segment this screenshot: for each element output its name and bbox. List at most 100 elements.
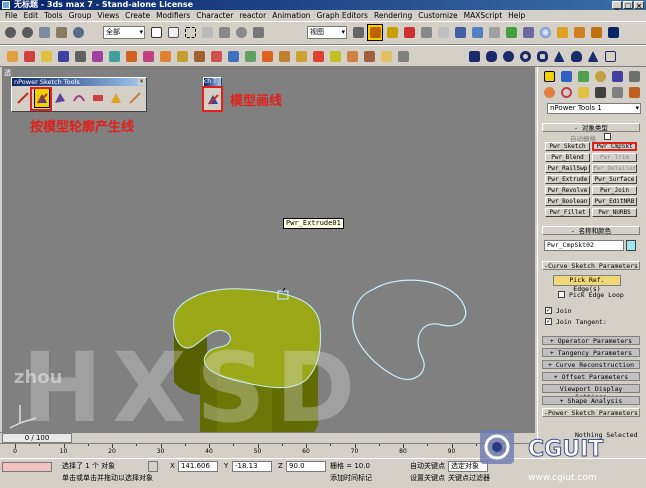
create-spacewarps-icon[interactable] bbox=[89, 48, 105, 65]
pwr-blend-button[interactable]: Pwr_Blend bbox=[545, 153, 590, 162]
rollout-power-sketch[interactable]: -Power Sketch Parameters bbox=[542, 408, 640, 417]
pwr-revolve-button[interactable]: Pwr_Revolve bbox=[545, 186, 590, 195]
rollout-offset-params[interactable]: + Offset Parameters bbox=[542, 372, 640, 381]
window-crossing-icon[interactable] bbox=[199, 24, 215, 41]
edit-sketch-icon[interactable] bbox=[126, 88, 143, 108]
z-coordinate-field[interactable]: 90.0 bbox=[286, 461, 326, 472]
pwr-surface-button[interactable]: Pwr_Surface bbox=[592, 175, 637, 184]
modify-tab-icon[interactable] bbox=[558, 69, 574, 83]
x-coordinate-field[interactable]: 141.606 bbox=[178, 461, 218, 472]
npower-edit-icon[interactable] bbox=[225, 48, 241, 65]
npower-revolve-icon[interactable] bbox=[293, 48, 309, 65]
auto-key-button[interactable]: 自动关键点 bbox=[410, 462, 445, 471]
selection-filter-dropdown[interactable]: 全部 bbox=[103, 26, 145, 39]
pwr-trim-button[interactable]: Pwr_Trim bbox=[592, 153, 637, 162]
reference-coord-dropdown[interactable]: 视图 bbox=[307, 26, 347, 39]
pwr-fillet-button[interactable]: Pwr_Fillet bbox=[545, 208, 590, 217]
motion-tab-icon[interactable] bbox=[592, 69, 608, 83]
minimize-button[interactable]: _ bbox=[612, 1, 622, 10]
create-geometry-icon[interactable] bbox=[4, 48, 20, 65]
npower-boolean-icon[interactable] bbox=[157, 48, 173, 65]
npower-extrude-icon[interactable] bbox=[276, 48, 292, 65]
primitive-torus-icon[interactable] bbox=[517, 48, 533, 65]
geometry-category-icon[interactable] bbox=[541, 85, 557, 99]
object-name-input[interactable]: Pwr_CmpSkt02 bbox=[544, 240, 624, 251]
select-by-name-icon[interactable] bbox=[165, 24, 181, 41]
npower-options-icon[interactable] bbox=[395, 48, 411, 65]
join-checkbox[interactable]: ✓ bbox=[545, 307, 552, 314]
mirror-icon[interactable] bbox=[452, 24, 468, 41]
pick-ref-edge-button[interactable]: Pick Ref. Edge(s) bbox=[553, 275, 621, 293]
panel-close-icon[interactable]: × bbox=[138, 78, 145, 85]
unlink-icon[interactable] bbox=[53, 24, 69, 41]
curve-editor-icon[interactable] bbox=[503, 24, 519, 41]
menu-animation[interactable]: Animation bbox=[269, 11, 313, 20]
maxscript-listener[interactable] bbox=[2, 462, 52, 472]
object-category-dropdown[interactable]: nPower Tools 1 bbox=[547, 103, 641, 114]
menu-reactor[interactable]: reactor bbox=[236, 11, 269, 20]
primitive-plane-icon[interactable] bbox=[602, 48, 618, 65]
rollout-tangency-params[interactable]: + Tangency Parameters bbox=[542, 348, 640, 357]
create-shapes-icon[interactable] bbox=[21, 48, 37, 65]
pwr-detailer-button[interactable]: Pwr_Detailer bbox=[592, 164, 637, 173]
npower-join-icon[interactable] bbox=[259, 48, 275, 65]
npower-detail-icon[interactable] bbox=[310, 48, 326, 65]
angle-snap-icon[interactable] bbox=[384, 24, 400, 41]
surface-sketch-icon[interactable] bbox=[52, 88, 69, 108]
quick-render-icon[interactable] bbox=[571, 24, 587, 41]
primitive-teapot-icon[interactable] bbox=[568, 48, 584, 65]
set-key-button[interactable]: 设置关键点 bbox=[410, 474, 445, 483]
menu-edit[interactable]: Edit bbox=[21, 11, 42, 20]
snap-toggle-icon[interactable] bbox=[367, 24, 383, 41]
display-tab-icon[interactable] bbox=[609, 69, 625, 83]
rollout-operator-params[interactable]: + Operator Parameters bbox=[542, 336, 640, 345]
systems-category-icon[interactable] bbox=[626, 85, 642, 99]
create-tab-icon[interactable] bbox=[541, 69, 557, 83]
material-editor-icon[interactable] bbox=[537, 24, 553, 41]
pwr-editnrb-button[interactable]: Pwr_EditNRB bbox=[592, 197, 637, 206]
object-color-swatch[interactable] bbox=[626, 240, 636, 251]
rollout-object-type[interactable]: - 对象类型 bbox=[542, 123, 640, 132]
menu-help[interactable]: Help bbox=[505, 11, 528, 20]
scale-icon[interactable] bbox=[250, 24, 266, 41]
lights-category-icon[interactable] bbox=[575, 85, 591, 99]
extrude-sketch-icon[interactable] bbox=[108, 88, 125, 108]
menu-customize[interactable]: Customize bbox=[415, 11, 460, 20]
named-selection-icon[interactable] bbox=[435, 24, 451, 41]
create-lights-icon[interactable] bbox=[38, 48, 54, 65]
shapes-category-icon[interactable] bbox=[558, 85, 574, 99]
pwr-cmpskt-button[interactable]: Pwr_CmpSkt bbox=[592, 142, 637, 151]
timeline-ruler[interactable]: 0102030405060708090100 bbox=[0, 443, 535, 457]
rollout-viewport-display[interactable]: Viewport Display Settings bbox=[542, 384, 640, 401]
menu-modifiers[interactable]: Modifiers bbox=[153, 11, 193, 20]
npower-fillet-icon[interactable] bbox=[174, 48, 190, 65]
select-object-icon[interactable] bbox=[148, 24, 164, 41]
npower-solid-icon[interactable] bbox=[123, 48, 139, 65]
close-button[interactable]: × bbox=[634, 1, 644, 10]
pwr-sketch-button[interactable]: Pwr_Sketch bbox=[545, 142, 590, 151]
menu-maxscript[interactable]: MAXScript bbox=[461, 11, 506, 20]
rollout-curve-sketch[interactable]: -Curve Sketch Parameters bbox=[542, 261, 640, 270]
menu-views[interactable]: Views bbox=[94, 11, 122, 20]
npower-blend-surface-icon[interactable] bbox=[361, 48, 377, 65]
primitive-pyramid-icon[interactable] bbox=[551, 48, 567, 65]
npower-trim-icon[interactable] bbox=[242, 48, 258, 65]
pick-edge-loop-checkbox[interactable] bbox=[558, 291, 565, 298]
pwr-nurbs-button[interactable]: Pwr_NURBS bbox=[592, 208, 637, 217]
percent-snap-icon[interactable] bbox=[401, 24, 417, 41]
menu-graph-editors[interactable]: Graph Editors bbox=[313, 11, 371, 20]
rotate-icon[interactable] bbox=[233, 24, 249, 41]
primitive-box-icon[interactable] bbox=[466, 48, 482, 65]
npower-surface-icon[interactable] bbox=[191, 48, 207, 65]
menu-file[interactable]: File bbox=[2, 11, 21, 20]
pwr-boolean-button[interactable]: Pwr_Boolean bbox=[545, 197, 590, 206]
primitive-tube-icon[interactable] bbox=[534, 48, 550, 65]
rollout-shape-analysis[interactable]: + Shape Analysis bbox=[542, 396, 640, 405]
pwr-join-button[interactable]: Pwr_Join bbox=[592, 186, 637, 195]
undo-icon[interactable] bbox=[2, 24, 18, 41]
create-helpers-icon[interactable] bbox=[72, 48, 88, 65]
layer-manager-icon[interactable] bbox=[486, 24, 502, 41]
npower-nurbs-icon[interactable] bbox=[208, 48, 224, 65]
npower-offset-icon[interactable] bbox=[378, 48, 394, 65]
y-coordinate-field[interactable]: -18.13 bbox=[232, 461, 272, 472]
